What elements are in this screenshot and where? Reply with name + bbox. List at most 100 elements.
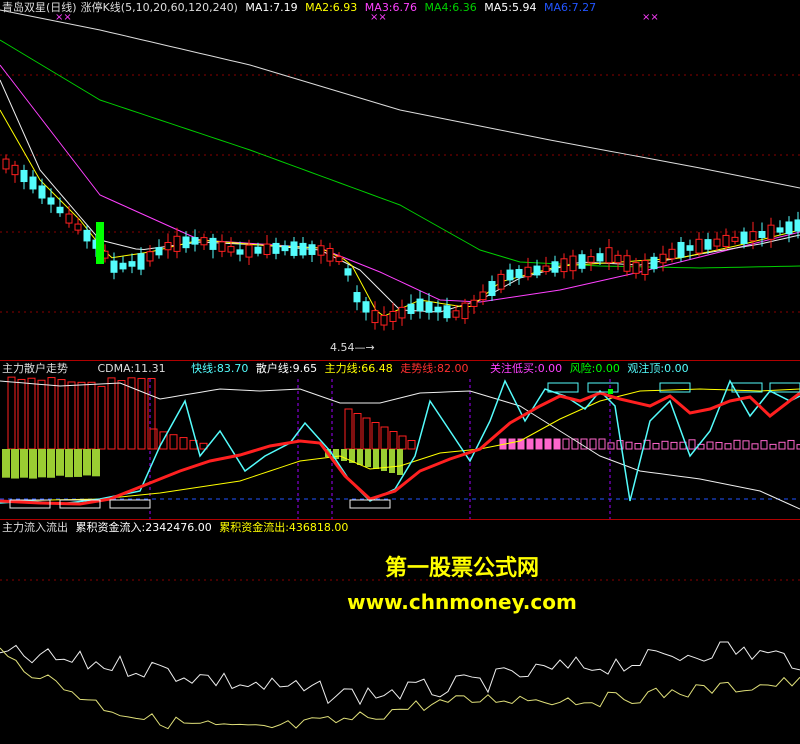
- ma1-value: MA1:7.19: [245, 1, 298, 14]
- low-price-label: 4.54—→: [330, 341, 375, 354]
- candle-body-81: [731, 236, 739, 242]
- candle-body-32: [290, 241, 298, 256]
- candle-body-29: [263, 243, 271, 256]
- main-bar-red: [77, 381, 86, 450]
- candle-body-1: [11, 164, 19, 176]
- candle-body-40: [362, 301, 370, 313]
- candle-body-27: [245, 244, 253, 258]
- main-bar-red: [37, 379, 46, 450]
- watch-bar-pink: [544, 438, 552, 450]
- retail-bar-green: [365, 449, 371, 467]
- main-bar-red: [380, 426, 389, 450]
- candle-body-6: [56, 206, 64, 214]
- candle-body-67: [605, 247, 613, 264]
- candle-body-72: [650, 256, 658, 270]
- candle-body-59: [533, 265, 541, 276]
- candle-body-9: [83, 229, 91, 242]
- candle-body-28: [254, 246, 262, 254]
- candle-body-49: [443, 305, 451, 319]
- ma4-value: MA4:6.36: [424, 1, 477, 14]
- retail-bar-green: [397, 449, 403, 475]
- ma2-value: MA2:6.93: [305, 1, 358, 14]
- outflow-value: 累积资金流出:436818.00: [219, 521, 349, 534]
- candle-body-76: [686, 245, 694, 251]
- watch-bar-pink: [661, 440, 669, 450]
- main-retail-indicator-panel[interactable]: 主力散户走势 CDMA:11.31 快线:83.70 散户线:9.65 主力线:…: [0, 361, 800, 519]
- watch-bar-pink: [589, 438, 597, 450]
- ma3-value: MA3:6.76: [364, 1, 418, 14]
- main-bar-red: [137, 377, 146, 450]
- candle-body-13: [119, 262, 127, 270]
- candle-body-36: [326, 247, 334, 262]
- kline-chart-panel[interactable]: 青岛双星(日线) 涨停K线(5,10,20,60,120,240) MA1:7.1…: [0, 0, 800, 360]
- candle-body-7: [65, 213, 73, 224]
- retail-bar-green: [74, 449, 82, 477]
- candle-body-44: [398, 306, 406, 319]
- candle-body-5: [47, 197, 55, 205]
- money-flow-header: 主力流入流出 累积资金流入:2342476.00 累积资金流出:436818.0…: [2, 521, 352, 535]
- candle-body-61: [551, 261, 559, 273]
- watch-bar-pink: [778, 441, 786, 450]
- candle-body-18: [164, 242, 172, 251]
- retail-bar-green: [38, 449, 46, 478]
- watch-bar-pink: [733, 439, 741, 450]
- retail-bar-green: [56, 449, 64, 476]
- candle-body-25: [227, 246, 235, 253]
- candle-body-65: [587, 256, 595, 263]
- main-bar-red: [344, 408, 353, 450]
- candle-body-19: [173, 235, 181, 252]
- candle-body-24: [218, 241, 226, 252]
- candle-body-41: [371, 310, 379, 324]
- watch-bar-pink: [553, 438, 561, 450]
- watch-bar-pink: [760, 440, 768, 450]
- candle-body-2: [20, 169, 28, 183]
- candle-body-4: [38, 185, 46, 199]
- candle-body-46: [416, 298, 424, 312]
- candle-body-86: [776, 227, 784, 233]
- candle-body-15: [137, 253, 145, 270]
- candle-body-82: [740, 231, 748, 245]
- candle-body-21: [191, 237, 199, 245]
- inflow-line: [0, 641, 800, 706]
- ma6-value: MA6:7.27: [543, 1, 597, 14]
- main-bar-red: [67, 381, 76, 450]
- candle-body-78: [704, 239, 712, 250]
- retail-bar-green: [47, 449, 55, 478]
- candle-body-50: [452, 310, 460, 318]
- indicator-canvas[interactable]: [0, 361, 800, 519]
- trend-line-value: 走势线:82.00: [400, 362, 469, 375]
- main-bar-red: [362, 417, 371, 450]
- retail-bar-green: [83, 449, 91, 476]
- limit-up-candle: [96, 222, 104, 264]
- retail-bar-green: [389, 449, 395, 473]
- money-flow-title: 主力流入流出: [2, 521, 68, 534]
- candle-body-66: [596, 253, 604, 262]
- candle-body-63: [569, 255, 577, 272]
- indicator-name: 涨停K线(5,10,20,60,120,240): [80, 1, 238, 14]
- candle-body-58: [524, 266, 532, 278]
- kline-canvas[interactable]: [0, 0, 800, 360]
- watch-bar-pink: [724, 443, 732, 450]
- main-bar-red: [57, 379, 66, 450]
- watch-bar-pink: [526, 438, 534, 450]
- candle-body-73: [659, 253, 667, 264]
- candle-body-17: [155, 247, 163, 256]
- main-bar-red: [47, 377, 56, 450]
- money-flow-panel[interactable]: 主力流入流出 累积资金流入:2342476.00 累积资金流出:436818.0…: [0, 520, 800, 744]
- main-bar-red: [149, 428, 158, 450]
- kline-header: 青岛双星(日线) 涨停K线(5,10,20,60,120,240) MA1:7.1…: [2, 1, 600, 15]
- candle-body-42: [380, 315, 388, 326]
- candle-body-70: [632, 262, 640, 274]
- candle-body-33: [299, 242, 307, 256]
- watch-top-value: 观注顶:0.00: [627, 362, 689, 375]
- candle-body-88: [794, 219, 800, 232]
- indicator-title: 主力散户走势: [2, 362, 68, 375]
- main-bar-red: [353, 413, 362, 450]
- candle-body-45: [407, 303, 415, 314]
- main-bar-red: [27, 377, 36, 450]
- retail-bar-green: [65, 449, 73, 478]
- candle-body-8: [74, 223, 82, 231]
- candle-body-55: [497, 273, 505, 290]
- watch-top-box-1: [587, 382, 619, 393]
- candle-body-84: [758, 230, 766, 239]
